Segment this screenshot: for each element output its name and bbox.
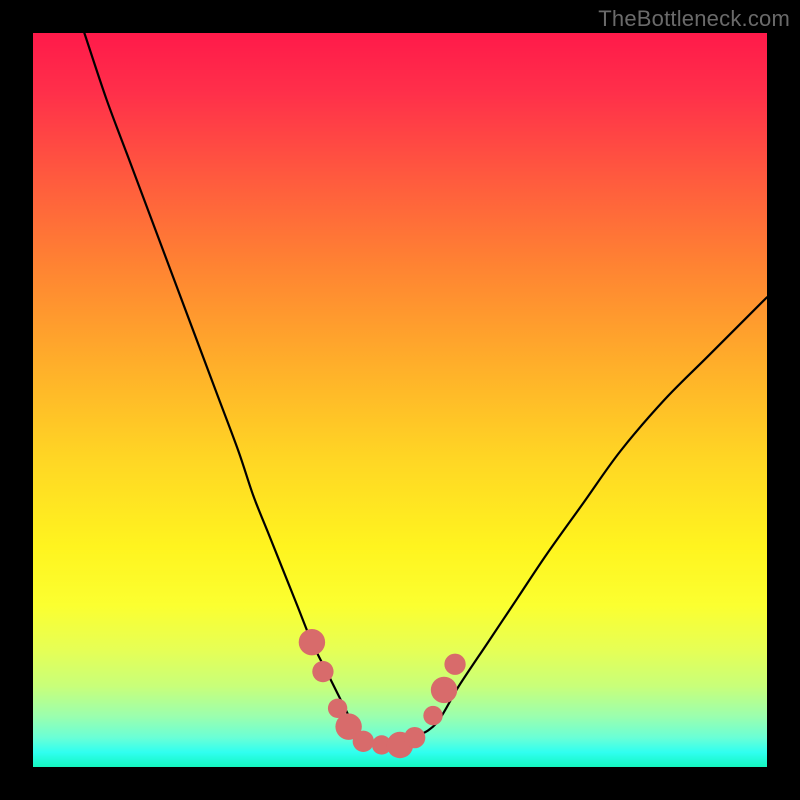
watermark-text: TheBottleneck.com — [598, 6, 790, 32]
curve-marker — [353, 731, 374, 752]
curve-marker — [404, 727, 425, 748]
curve-marker — [444, 654, 465, 675]
curve-marker — [431, 677, 457, 703]
curve-marker — [312, 661, 333, 682]
bottleneck-curve-svg — [33, 33, 767, 767]
chart-frame: TheBottleneck.com — [0, 0, 800, 800]
curve-marker — [299, 629, 325, 655]
curve-marker — [423, 706, 442, 725]
plot-area — [33, 33, 767, 767]
curve-markers — [299, 629, 466, 758]
bottleneck-curve — [84, 33, 767, 746]
